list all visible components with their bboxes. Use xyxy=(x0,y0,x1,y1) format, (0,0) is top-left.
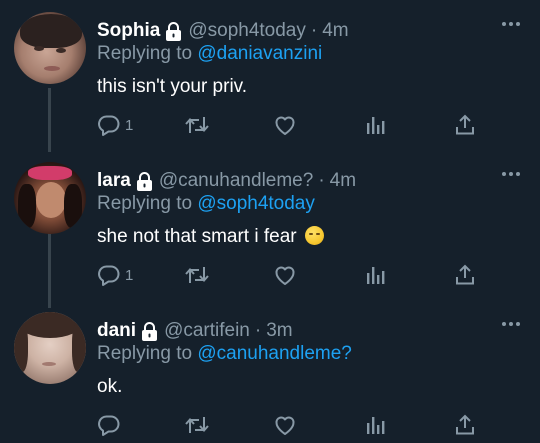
like-icon xyxy=(273,263,297,287)
more-icon[interactable] xyxy=(502,22,520,28)
tweet-thread: Sophia @soph4today · 4m Replying to @dan… xyxy=(0,0,540,443)
tweet[interactable]: dani @cartifein · 3m Replying to @canuha… xyxy=(0,300,540,443)
like-button[interactable] xyxy=(273,112,297,138)
more-icon[interactable] xyxy=(502,322,520,328)
replying-to: Replying to @daniavanzini xyxy=(97,42,322,66)
share-icon xyxy=(453,113,477,137)
avatar[interactable] xyxy=(14,312,86,384)
avatar[interactable] xyxy=(14,12,86,84)
reply-button[interactable] xyxy=(97,412,125,438)
action-bar xyxy=(97,412,487,438)
timestamp[interactable]: 4m xyxy=(330,169,356,193)
separator-dot: · xyxy=(254,320,262,341)
reply-icon xyxy=(97,263,121,287)
more-icon[interactable] xyxy=(502,172,520,178)
flushed-face-icon xyxy=(304,226,324,245)
reply-count: 1 xyxy=(125,116,134,134)
stats-icon xyxy=(364,113,386,137)
share-button[interactable] xyxy=(453,412,477,438)
retweet-icon xyxy=(184,263,210,287)
tweet-header: dani @cartifein · 3m xyxy=(97,319,293,343)
stats-icon xyxy=(364,413,386,437)
separator-dot: · xyxy=(318,170,325,191)
display-name[interactable]: Sophia xyxy=(97,19,160,43)
display-name[interactable]: lara xyxy=(97,169,131,193)
action-bar: 1 xyxy=(97,262,487,288)
replying-to-link[interactable]: @daniavanzini xyxy=(197,43,322,64)
share-button[interactable] xyxy=(453,262,477,288)
tweet-text-content: ok. xyxy=(97,376,123,397)
replying-to: Replying to @canuhandleme? xyxy=(97,342,352,366)
replying-to: Replying to @soph4today xyxy=(97,192,315,216)
tweet-header: lara @canuhandleme? · 4m xyxy=(97,169,356,193)
lock-icon xyxy=(165,21,182,41)
display-name[interactable]: dani xyxy=(97,319,136,343)
replying-to-label: Replying to xyxy=(97,193,193,214)
stats-button[interactable] xyxy=(364,412,386,438)
replying-to-label: Replying to xyxy=(97,43,193,64)
stats-icon xyxy=(364,263,386,287)
replying-to-label: Replying to xyxy=(97,343,193,364)
avatar[interactable] xyxy=(14,162,86,234)
share-icon xyxy=(453,413,477,437)
separator-dot: · xyxy=(310,20,318,41)
retweet-button[interactable] xyxy=(184,262,210,288)
replying-to-link[interactable]: @canuhandleme? xyxy=(197,343,352,364)
stats-button[interactable] xyxy=(364,112,386,138)
tweet-header: Sophia @soph4today · 4m xyxy=(97,19,349,43)
tweet-text: this isn't your priv. xyxy=(97,75,247,99)
retweet-icon xyxy=(184,113,210,137)
retweet-icon xyxy=(184,413,210,437)
reply-icon xyxy=(97,413,121,437)
reply-icon xyxy=(97,113,121,137)
reply-count: 1 xyxy=(125,266,134,284)
tweet[interactable]: lara @canuhandleme? · 4m Replying to @so… xyxy=(0,150,540,300)
like-icon xyxy=(273,113,297,137)
lock-icon xyxy=(141,321,158,341)
share-button[interactable] xyxy=(453,112,477,138)
handle[interactable]: @cartifein xyxy=(164,319,250,343)
tweet-text: ok. xyxy=(97,375,122,399)
retweet-button[interactable] xyxy=(184,112,210,138)
retweet-button[interactable] xyxy=(184,412,210,438)
like-button[interactable] xyxy=(273,262,297,288)
handle[interactable]: @soph4today xyxy=(188,19,306,43)
tweet[interactable]: Sophia @soph4today · 4m Replying to @dan… xyxy=(0,0,540,150)
like-icon xyxy=(273,413,297,437)
stats-button[interactable] xyxy=(364,262,386,288)
reply-button[interactable]: 1 xyxy=(97,112,133,138)
tweet-text: she not that smart i fear xyxy=(97,225,324,249)
tweet-text-content: this isn't your priv. xyxy=(97,76,248,97)
tweet-text-content: she not that smart i fear xyxy=(97,226,297,247)
handle[interactable]: @canuhandleme? xyxy=(159,169,314,193)
replying-to-link[interactable]: @soph4today xyxy=(197,193,315,214)
lock-icon xyxy=(136,171,153,191)
timestamp[interactable]: 3m xyxy=(266,319,292,343)
like-button[interactable] xyxy=(273,412,297,438)
reply-button[interactable]: 1 xyxy=(97,262,133,288)
timestamp[interactable]: 4m xyxy=(322,19,348,43)
action-bar: 1 xyxy=(97,112,487,138)
share-icon xyxy=(453,263,477,287)
